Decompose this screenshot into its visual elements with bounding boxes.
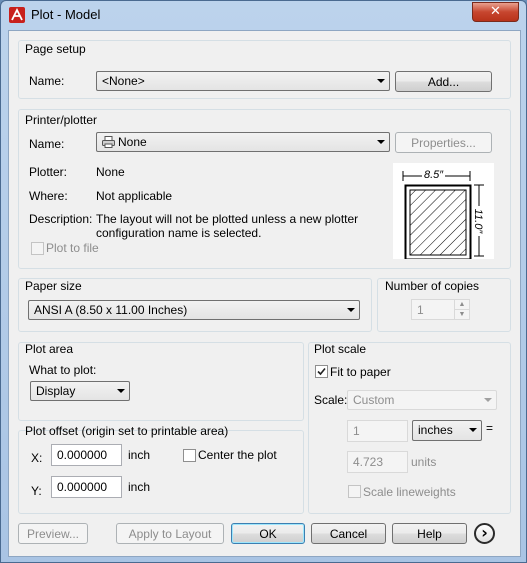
preview-height-label: 11.0″ [472, 206, 484, 236]
printer-name-dropdown[interactable]: None [96, 132, 390, 152]
cancel-button[interactable]: Cancel [311, 523, 386, 544]
copies-value: 1 [417, 303, 424, 317]
close-button[interactable]: ✕ [472, 2, 519, 22]
scale-value1-input[interactable]: 1 [347, 420, 408, 442]
copies-legend: Number of copies [385, 279, 480, 293]
printer-icon [102, 136, 115, 148]
plot-offset-group [18, 430, 304, 514]
fit-to-paper-label: Fit to paper [330, 365, 391, 379]
plot-dialog: Plot - Model ✕ Page setup Name: <None> A… [0, 0, 527, 563]
scale-unit-value: inches [418, 423, 453, 437]
checkmark-icon [317, 367, 326, 376]
plot-scale-legend: Plot scale [314, 342, 367, 356]
plot-offset-legend: Plot offset (origin set to printable are… [25, 424, 229, 438]
plot-area-legend: Plot area [25, 342, 74, 356]
preview-button[interactable]: Preview... [18, 523, 88, 544]
scale-equals-sign: = [486, 421, 494, 435]
scale-value1: 1 [353, 424, 360, 438]
y-offset-value: 0.000000 [57, 480, 108, 494]
printer-plotter-legend: Printer/plotter [25, 113, 98, 127]
scale-value: Custom [353, 393, 395, 407]
center-the-plot-checkbox[interactable] [183, 449, 196, 462]
page-setup-legend: Page setup [25, 42, 86, 56]
where-value: Not applicable [96, 189, 173, 203]
printer-name-value: None [118, 135, 147, 149]
scale-lineweights-checkbox[interactable] [348, 485, 361, 498]
page-setup-name-label: Name: [29, 74, 65, 88]
ok-button[interactable]: OK [231, 523, 305, 544]
page-setup-name-value: <None> [102, 74, 145, 88]
apply-to-layout-button[interactable]: Apply to Layout [116, 523, 224, 544]
scale-unit-dropdown[interactable]: inches [412, 420, 482, 441]
scale-unit2-label: units [411, 455, 437, 469]
chevron-down-icon [484, 398, 492, 402]
paper-size-value: ANSI A (8.50 x 11.00 Inches) [34, 303, 188, 317]
window-title: Plot - Model [31, 7, 101, 22]
chevron-down-icon [469, 428, 477, 432]
more-options-icon[interactable]: › [474, 523, 495, 544]
scale-label: Scale: [314, 393, 348, 407]
chevron-down-icon [347, 308, 355, 312]
add-button[interactable]: Add... [395, 71, 492, 92]
plot-to-file-label: Plot to file [46, 241, 99, 255]
chevron-down-icon [117, 389, 125, 393]
what-to-plot-value: Display [36, 384, 76, 398]
y-offset-label: Y: [31, 484, 42, 498]
x-offset-unit: inch [128, 448, 151, 462]
title-bar[interactable]: Plot - Model ✕ [1, 1, 526, 27]
more-options-glyph: › [481, 523, 488, 542]
autocad-logo-icon [9, 7, 25, 23]
description-line-2: configuration name is selected. [96, 226, 262, 240]
spin-down-icon[interactable]: ▼ [454, 309, 469, 320]
x-offset-value: 0.000000 [57, 448, 108, 462]
plot-to-file-checkbox[interactable] [31, 242, 44, 255]
paper-size-dropdown[interactable]: ANSI A (8.50 x 11.00 Inches) [28, 300, 360, 320]
y-offset-unit: inch [128, 480, 151, 494]
preview-width-label: 8.5″ [422, 169, 446, 181]
chevron-down-icon [377, 140, 385, 144]
scale-lineweights-label: Scale lineweights [363, 485, 456, 499]
scale-dropdown[interactable]: Custom [347, 390, 497, 410]
chevron-down-icon [377, 79, 385, 83]
x-offset-label: X: [31, 451, 43, 465]
spin-up-icon[interactable]: ▲ [454, 300, 469, 309]
paper-preview: 8.5″ 11.0″ [393, 163, 494, 259]
properties-button[interactable]: Properties... [395, 132, 492, 153]
plotter-label: Plotter: [29, 165, 68, 179]
help-button[interactable]: Help [392, 523, 467, 544]
what-to-plot-label: What to plot: [29, 363, 97, 377]
description-label: Description: [29, 212, 93, 226]
scale-value2-input[interactable]: 4.723 [347, 451, 408, 473]
paper-size-legend: Paper size [25, 279, 82, 293]
scale-value2: 4.723 [353, 455, 384, 469]
plotter-value: None [96, 165, 125, 179]
page-setup-name-dropdown[interactable]: <None> [96, 71, 390, 91]
printer-name-label: Name: [29, 137, 65, 151]
description-line-1: The layout will not be plotted unless a … [96, 212, 359, 226]
x-offset-input[interactable]: 0.000000 [51, 444, 122, 466]
y-offset-input[interactable]: 0.000000 [51, 476, 122, 498]
fit-to-paper-checkbox[interactable] [315, 365, 328, 378]
copies-spinner[interactable]: 1 ▲ ▼ [411, 299, 470, 320]
center-the-plot-label: Center the plot [198, 448, 277, 462]
where-label: Where: [29, 189, 68, 203]
dialog-body: Page setup Name: <None> Add... Printer/p… [8, 30, 521, 557]
what-to-plot-dropdown[interactable]: Display [30, 381, 130, 401]
